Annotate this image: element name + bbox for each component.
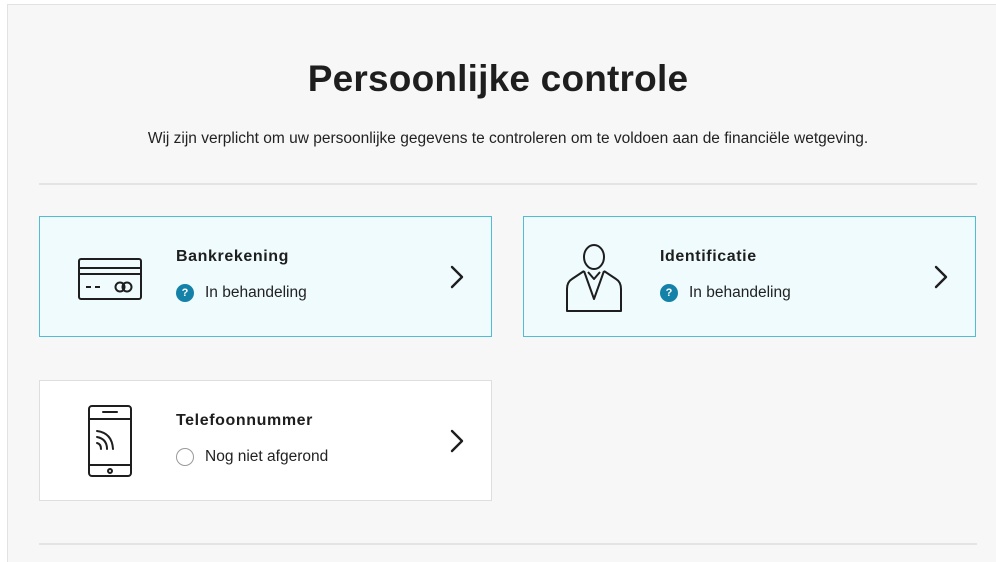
card-title: Telefoonnummer bbox=[176, 412, 314, 429]
card-telefoonnummer[interactable]: Telefoonnummer Nog niet afgerond bbox=[39, 380, 492, 501]
phone-icon bbox=[72, 403, 148, 479]
card-title: Bankrekening bbox=[176, 248, 290, 265]
card-identificatie[interactable]: Identificatie ? In behandeling bbox=[523, 216, 976, 337]
chevron-right-icon[interactable] bbox=[933, 264, 949, 290]
question-badge-icon: ? bbox=[660, 284, 678, 302]
bank-card-icon bbox=[72, 239, 148, 315]
chevron-right-icon[interactable] bbox=[449, 428, 465, 454]
divider bbox=[39, 183, 977, 185]
question-badge-icon: ? bbox=[176, 284, 194, 302]
divider bbox=[39, 543, 977, 545]
card-status: Nog niet afgerond bbox=[176, 448, 328, 466]
card-status: ? In behandeling bbox=[176, 284, 307, 302]
status-label: In behandeling bbox=[689, 284, 791, 301]
empty-circle-icon bbox=[176, 448, 194, 466]
intro-text: Wij zijn verplicht om uw persoonlijke ge… bbox=[147, 130, 869, 147]
person-icon bbox=[556, 239, 632, 315]
status-label: In behandeling bbox=[205, 284, 307, 301]
page-title: Persoonlijke controle bbox=[307, 58, 689, 99]
card-status: ? In behandeling bbox=[660, 284, 791, 302]
status-label: Nog niet afgerond bbox=[205, 448, 329, 465]
card-title: Identificatie bbox=[660, 248, 757, 265]
chevron-right-icon[interactable] bbox=[449, 264, 465, 290]
card-bankrekening[interactable]: Bankrekening ? In behandeling bbox=[39, 216, 492, 337]
